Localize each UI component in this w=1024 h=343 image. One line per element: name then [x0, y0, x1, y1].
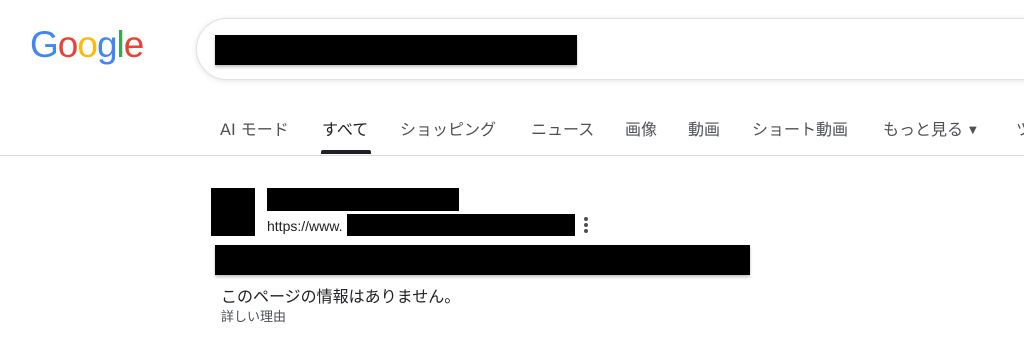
tab-tools[interactable]: ツ — [1016, 116, 1024, 140]
site-favicon-redacted — [211, 188, 255, 236]
active-tab-indicator — [321, 150, 371, 154]
kebab-menu-icon[interactable] — [578, 215, 594, 235]
result-snippet: このページの情報はありません。 — [221, 287, 461, 306]
tab-ai-mode[interactable]: AI モード — [220, 116, 289, 140]
google-logo[interactable]: Google — [30, 24, 145, 65]
site-name-redacted[interactable] — [267, 188, 459, 211]
tab-news[interactable]: ニュース — [531, 116, 594, 140]
caret-down-icon: ▼ — [969, 125, 977, 136]
search-tabs: AI モード すべて ショッピング ニュース 画像 動画 ショート動画 もっと見… — [0, 104, 1024, 156]
tab-short-videos[interactable]: ショート動画 — [752, 116, 848, 140]
result-url[interactable]: https://www. — [267, 218, 342, 234]
learn-more-link[interactable]: 詳しい理由 — [221, 306, 286, 325]
logo-letter: g — [96, 24, 118, 65]
tab-more[interactable]: もっと見る ▼ — [883, 116, 977, 140]
logo-letter: l — [116, 24, 125, 65]
tab-all[interactable]: すべて — [322, 116, 368, 140]
logo-letter: o — [77, 24, 98, 65]
tab-more-label: もっと見る — [883, 120, 964, 139]
logo-letter: G — [30, 24, 59, 65]
result-url-prefix: https://www. — [267, 218, 343, 234]
logo-letter: o — [57, 24, 79, 65]
search-query-redacted — [215, 35, 577, 65]
logo-letter: e — [123, 24, 145, 65]
tab-images[interactable]: 画像 — [625, 116, 657, 140]
tab-shopping[interactable]: ショッピング — [400, 116, 496, 140]
search-input[interactable] — [196, 18, 1024, 80]
tab-videos[interactable]: 動画 — [688, 116, 720, 140]
result-title-redacted[interactable] — [215, 245, 750, 275]
result-url-redacted — [347, 214, 575, 236]
